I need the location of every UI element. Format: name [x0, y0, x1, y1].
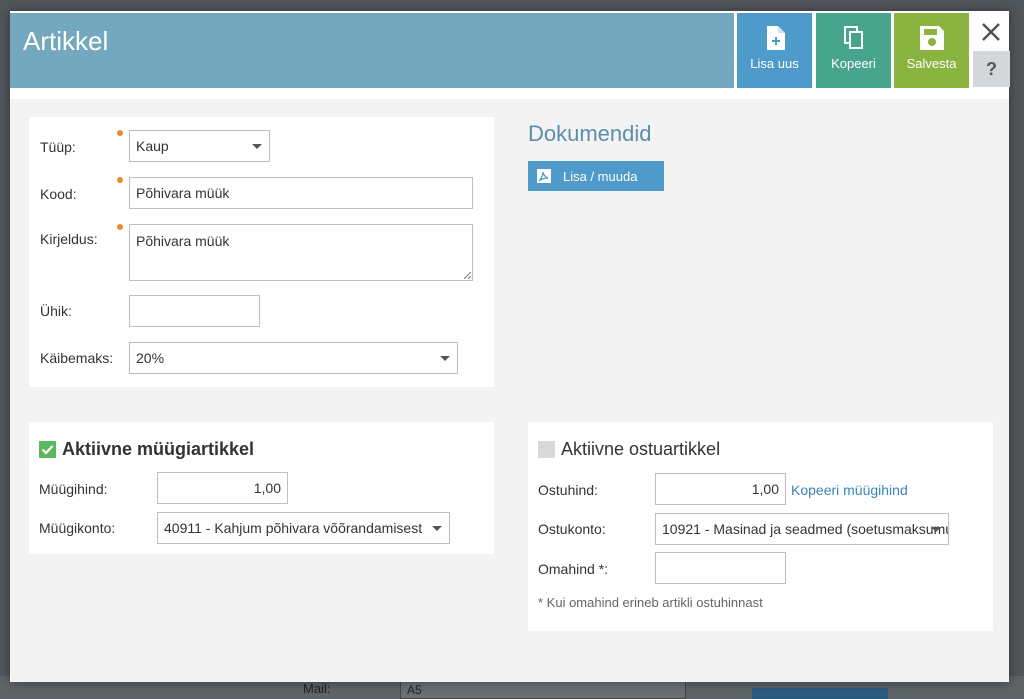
type-select-value: Kaup [136, 138, 169, 154]
chevron-down-icon [252, 144, 262, 149]
copy-label: Kopeeri [831, 56, 876, 71]
background-button [752, 688, 888, 699]
add-new-label: Lisa uus [750, 56, 799, 71]
add-new-button[interactable]: Lisa uus [737, 13, 812, 88]
unit-input[interactable] [129, 295, 260, 327]
code-input[interactable] [129, 177, 473, 209]
type-required-dot [117, 130, 123, 136]
purchase-panel: Aktiivne ostuartikkel Ostuhind: Kopeeri … [528, 422, 993, 631]
copy-icon [843, 26, 863, 49]
sales-active-checkbox[interactable] [39, 441, 56, 458]
chevron-down-icon [432, 526, 442, 531]
sales-price-label: Müügihind: [39, 481, 108, 497]
background-select-value: A5 [407, 683, 422, 697]
help-button[interactable]: ? [973, 51, 1010, 87]
article-modal: Artikkel Lisa uus Kopeeri Salvesta ? Tüü… [10, 11, 1010, 682]
save-label: Salvesta [906, 56, 957, 71]
vat-label: Käibemaks: [40, 350, 114, 366]
pdf-file-icon [537, 169, 551, 183]
vat-select[interactable]: 20% [129, 342, 458, 374]
add-edit-documents-label: Lisa / muuda [563, 169, 638, 184]
add-edit-documents-button[interactable]: Lisa / muuda [528, 161, 664, 191]
modal-title: Artikkel [23, 26, 109, 56]
chevron-down-icon [931, 527, 941, 532]
resize-handle-icon[interactable] [463, 271, 471, 279]
purchase-account-label: Ostukonto: [538, 521, 606, 537]
main-form-panel: Tüüp: Kaup Kood: Kirjeldus: Põhivara müü… [29, 117, 494, 387]
description-required-dot [117, 224, 123, 230]
sales-account-label: Müügikonto: [39, 520, 116, 536]
documents-title: Dokumendid [528, 121, 652, 146]
own-price-input[interactable] [655, 552, 786, 584]
purchase-account-value: 10921 - Masinad ja seadmed (soetusmaksum… [662, 521, 949, 537]
sales-account-value: 40911 - Kahjum põhivara võõrandamisest [164, 520, 423, 536]
chevron-down-icon [440, 356, 450, 361]
sales-section-title: Aktiivne müügiartikkel [62, 439, 255, 459]
unit-label: Ühik: [40, 303, 72, 319]
floppy-disk-icon [919, 26, 944, 50]
vat-select-value: 20% [136, 350, 165, 366]
purchase-price-input[interactable] [655, 473, 786, 505]
code-required-dot [117, 177, 123, 183]
background-select: A5 [400, 680, 686, 699]
copy-sales-price-link[interactable]: Kopeeri müügihind [791, 482, 908, 498]
description-label: Kirjeldus: [40, 231, 98, 247]
background-mail-label: Mail: [303, 681, 331, 696]
code-label: Kood: [40, 186, 77, 202]
purchase-account-select[interactable]: 10921 - Masinad ja seadmed (soetusmaksum… [655, 513, 949, 545]
save-button[interactable]: Salvesta [894, 13, 969, 88]
sales-price-input[interactable] [157, 472, 288, 504]
sales-account-select[interactable]: 40911 - Kahjum põhivara võõrandamisest [157, 512, 450, 544]
title-bar: Artikkel [10, 13, 734, 88]
purchase-section-title: Aktiivne ostuartikkel [561, 439, 721, 459]
modal-header: Artikkel Lisa uus Kopeeri Salvesta ? [10, 11, 1010, 99]
purchase-price-label: Ostuhind: [538, 482, 598, 498]
copy-button[interactable]: Kopeeri [816, 13, 891, 88]
file-plus-icon [766, 26, 785, 50]
purchase-active-checkbox[interactable] [538, 441, 555, 458]
close-icon[interactable] [980, 21, 1002, 43]
own-price-note: * Kui omahind erineb artikli ostuhinnast [538, 595, 763, 610]
description-textarea[interactable]: Põhivara müük [129, 224, 473, 281]
own-price-label: Omahind *: [538, 561, 609, 577]
type-label: Tüüp: [40, 139, 76, 155]
sales-panel: Aktiivne müügiartikkel Müügihind: Müügik… [29, 422, 494, 554]
type-select[interactable]: Kaup [129, 130, 270, 162]
